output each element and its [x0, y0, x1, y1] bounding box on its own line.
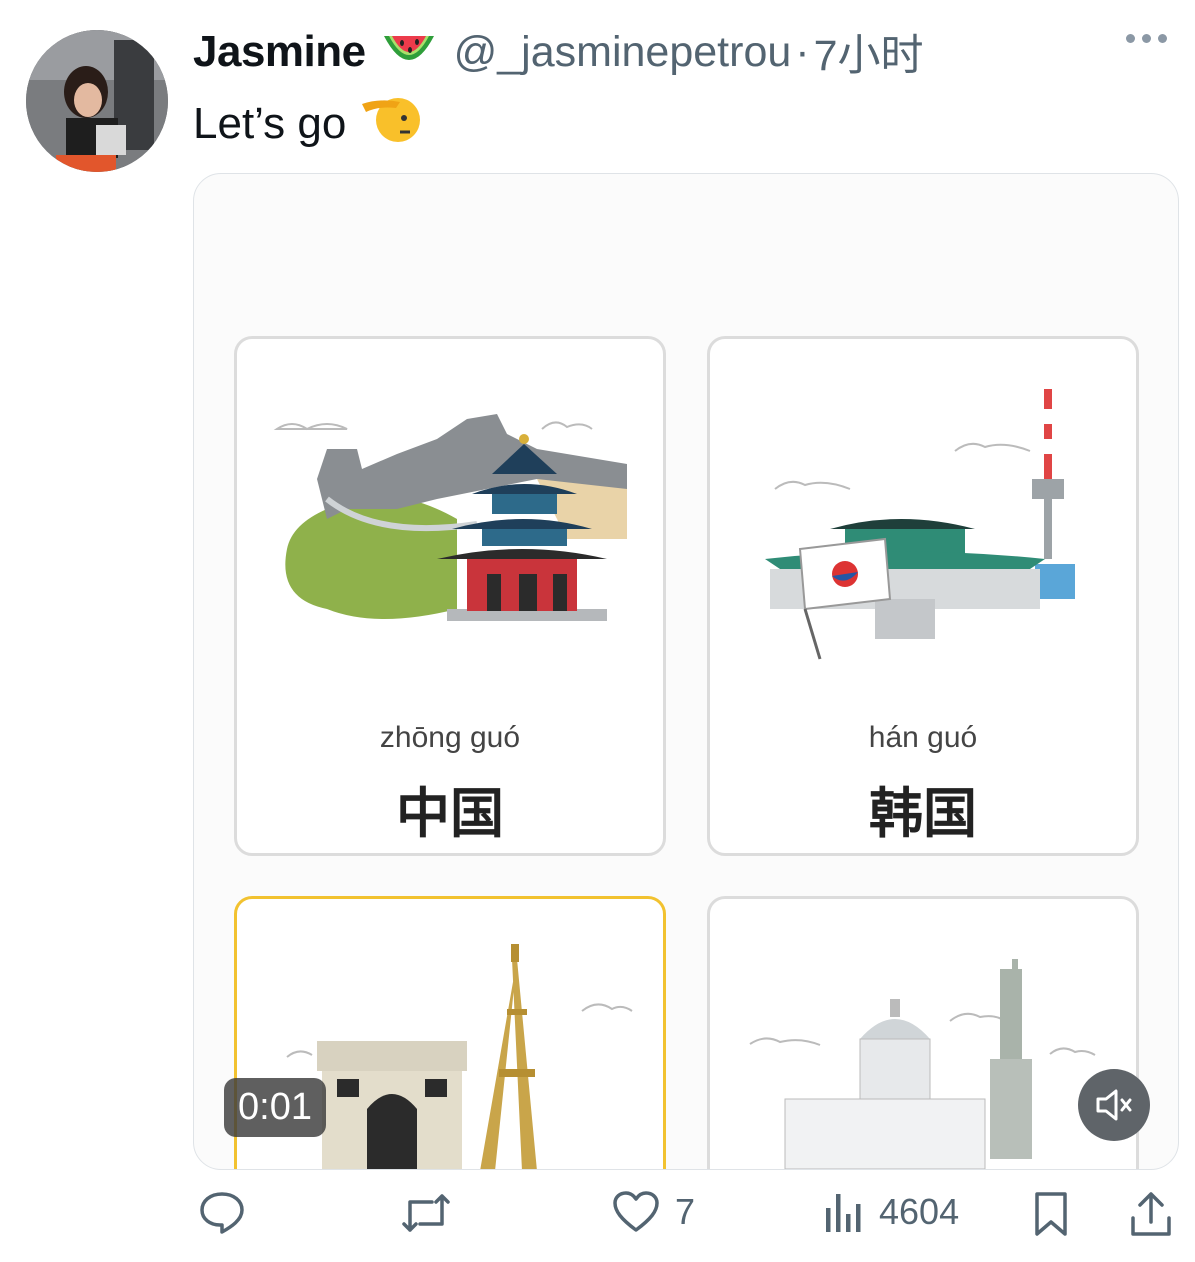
card-usa: [707, 896, 1139, 1169]
avatar[interactable]: [26, 30, 168, 172]
video-media[interactable]: zhōng guó 中国 hán guó 韩国 0:01: [193, 173, 1179, 1170]
like-count: 7: [675, 1191, 696, 1232]
more-options-icon[interactable]: [1126, 34, 1167, 43]
retweet-icon: [402, 1194, 450, 1232]
reply-button[interactable]: [198, 1190, 260, 1236]
card-korea: hán guó 韩国: [707, 336, 1139, 856]
bookmark-icon: [1035, 1192, 1067, 1236]
video-timer: 0:01: [224, 1078, 326, 1137]
share-button[interactable]: [1128, 1190, 1174, 1238]
korea-palace-illustration: [765, 389, 1075, 660]
card-hanzi: 韩国: [869, 784, 977, 844]
share-upload-icon: [1131, 1192, 1171, 1236]
bookmark-button[interactable]: [1031, 1190, 1071, 1238]
views-count: 4604: [879, 1191, 960, 1232]
views-button[interactable]: 4604: [823, 1190, 959, 1234]
card-china: zhōng guó 中国: [234, 336, 666, 856]
card-hanzi: 中国: [396, 784, 504, 844]
saluting-face-icon: [360, 92, 422, 155]
heart-icon: [613, 1191, 659, 1232]
tweet-text-body: Let’s go: [193, 98, 347, 148]
usa-capitol-liberty-illustration: [749, 959, 1096, 1169]
watermelon-icon: [380, 28, 438, 77]
views-chart-icon: [826, 1194, 861, 1232]
like-button[interactable]: 7: [611, 1190, 695, 1234]
tweet-text: Let’s go: [193, 92, 422, 155]
timestamp[interactable]: 7小时: [814, 21, 924, 83]
display-name[interactable]: Jasmine: [193, 27, 366, 77]
great-wall-temple-illustration: [273, 414, 627, 621]
separator-dot: ·: [795, 27, 810, 76]
card-pinyin: hán guó: [868, 721, 978, 754]
card-pinyin: zhōng guó: [379, 721, 521, 754]
user-handle[interactable]: @_jasminepetrou: [454, 28, 792, 77]
tweet-header: Jasmine @_jasminepetrou · 7小时: [193, 22, 1175, 82]
tweet-actions: 7 4604: [193, 1190, 1177, 1254]
speaker-muted-icon[interactable]: [1078, 1069, 1150, 1141]
reply-icon: [200, 1192, 244, 1234]
retweet-button[interactable]: [398, 1190, 468, 1236]
